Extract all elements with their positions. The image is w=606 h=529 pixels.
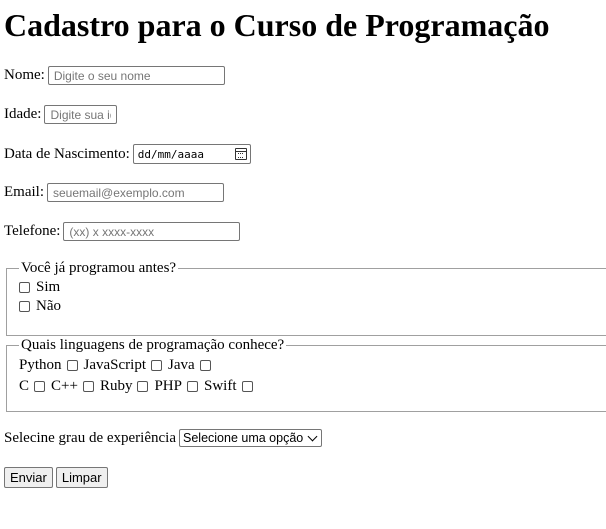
javascript-checkbox[interactable] — [151, 359, 162, 371]
cpp-checkbox[interactable] — [82, 380, 94, 392]
nascimento-row: Data de Nascimento: dd/mm/aaaa — [4, 144, 251, 164]
telefone-row: Telefone: — [4, 222, 241, 241]
linguagens-fieldset: Quais linguagens de programação conhece?… — [6, 337, 606, 412]
java-label: Java — [168, 356, 195, 373]
python-checkbox[interactable] — [66, 359, 78, 371]
submit-button[interactable]: Enviar — [4, 467, 53, 488]
date-placeholder: dd/mm/aaaa — [137, 147, 205, 161]
lang-cpp[interactable]: C++ — [51, 378, 94, 395]
email-input[interactable] — [47, 183, 224, 202]
ruby-checkbox[interactable] — [137, 380, 149, 392]
button-row: Enviar Limpar — [4, 467, 111, 488]
nascimento-label: Data de Nascimento: — [4, 145, 130, 162]
c-checkbox[interactable] — [34, 380, 46, 392]
nao-label: Não — [36, 298, 61, 314]
swift-checkbox[interactable] — [241, 380, 253, 392]
experiencia-selected: Selecione uma opção — [183, 431, 304, 445]
python-label: Python — [19, 356, 62, 373]
email-row: Email: — [4, 183, 224, 202]
java-checkbox[interactable] — [199, 359, 211, 371]
lang-swift[interactable]: Swift — [204, 378, 253, 395]
languages-line-1: Python JavaScript Java — [19, 354, 606, 376]
idade-input[interactable] — [44, 105, 118, 124]
sim-label: Sim — [36, 279, 61, 295]
lang-javascript[interactable]: JavaScript — [84, 357, 162, 374]
swift-label: Swift — [204, 377, 237, 394]
telefone-label: Telefone: — [4, 223, 61, 239]
experiencia-row: Selecine grau de experiência Selecione u… — [4, 429, 323, 447]
javascript-label: JavaScript — [83, 356, 146, 373]
telefone-input[interactable] — [63, 222, 241, 241]
languages-line-2: C C++ Ruby PHP Swift — [19, 375, 606, 397]
nao-checkbox[interactable] — [19, 301, 30, 312]
experiencia-select[interactable]: Selecione uma opção — [179, 429, 323, 447]
programou-legend: Você já programou antes? — [21, 260, 177, 276]
calendar-icon[interactable] — [234, 148, 247, 160]
php-label: PHP — [154, 377, 182, 394]
nome-row: Nome: — [4, 66, 225, 85]
reset-button[interactable]: Limpar — [55, 467, 108, 488]
lang-python[interactable]: Python — [19, 357, 78, 374]
programou-fieldset: Você já programou antes? Sim Não — [6, 260, 606, 336]
sim-checkbox[interactable] — [19, 282, 30, 293]
nome-label: Nome: — [4, 67, 45, 83]
option-nao[interactable]: Não — [19, 297, 606, 316]
cpp-label: C++ — [51, 377, 78, 394]
nascimento-date-input[interactable]: dd/mm/aaaa — [132, 144, 251, 164]
php-checkbox[interactable] — [187, 380, 198, 392]
ruby-label: Ruby — [99, 377, 133, 394]
lang-java[interactable]: Java — [168, 357, 211, 374]
idade-row: Idade: — [4, 105, 118, 124]
page-title: Cadastro para o Curso de Programação — [4, 7, 550, 43]
experiencia-label: Selecine grau de experiência — [4, 429, 176, 446]
lang-c[interactable]: C — [19, 377, 46, 395]
lang-php[interactable]: PHP — [154, 378, 198, 395]
email-label: Email: — [4, 184, 44, 200]
nome-input[interactable] — [47, 66, 225, 85]
c-label: C — [19, 377, 30, 394]
idade-label: Idade: — [4, 106, 42, 122]
linguagens-legend: Quais linguagens de programação conhece? — [21, 337, 285, 353]
chevron-down-icon — [307, 431, 318, 441]
lang-ruby[interactable]: Ruby — [100, 378, 149, 395]
option-sim[interactable]: Sim — [19, 278, 606, 297]
